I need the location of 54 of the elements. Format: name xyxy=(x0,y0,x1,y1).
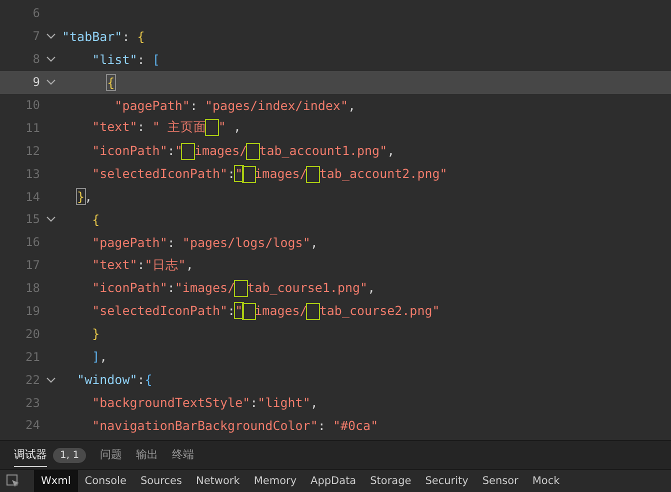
code-line: } xyxy=(92,326,100,342)
line-number: 19 xyxy=(24,304,40,318)
code-line: "list": [ xyxy=(92,52,160,67)
line-number: 14 xyxy=(24,190,40,204)
chevron-icon[interactable] xyxy=(46,33,56,40)
code-line: }, xyxy=(77,189,92,204)
panel-tab[interactable]: 输出 xyxy=(136,443,158,467)
devtools-tab[interactable]: Storage xyxy=(363,470,418,492)
code-line: "backgroundTextStyle":"light", xyxy=(92,395,318,410)
line-number: 16 xyxy=(24,235,40,250)
chevron-icon[interactable] xyxy=(46,376,56,383)
code-line: "text":"日志", xyxy=(92,256,194,274)
line-number: 10 xyxy=(24,98,40,112)
code-line: "text": " 主页面 " , xyxy=(92,119,241,136)
chevron-icon[interactable] xyxy=(46,56,56,62)
devtools-tab[interactable]: Wxml xyxy=(34,470,78,492)
devtools-tab[interactable]: Security xyxy=(418,470,476,492)
panel-tab[interactable]: 调试器 xyxy=(14,443,47,467)
line-number: 18 xyxy=(24,281,40,296)
line-number: 23 xyxy=(24,396,40,410)
devtools-tab[interactable]: Memory xyxy=(246,470,304,492)
panel-tab[interactable]: 问题 xyxy=(100,443,122,467)
panel-tab[interactable]: 终端 xyxy=(172,443,194,467)
code-line: "navigationBarBackgroundColor": "#0ca" xyxy=(92,418,378,433)
line-number: 8 xyxy=(32,52,40,66)
line-number: 17 xyxy=(24,258,40,272)
line-number: 12 xyxy=(24,144,40,158)
line-number: 21 xyxy=(24,350,40,364)
devtools-tab[interactable]: Network xyxy=(188,470,247,492)
line-number: 9 xyxy=(32,75,40,90)
code-line: "pagePath": "pages/index/index", xyxy=(114,98,356,112)
line-number: 7 xyxy=(32,29,40,44)
line-number: 13 xyxy=(24,166,40,181)
inspect-icon[interactable] xyxy=(6,474,20,488)
chevron-icon[interactable] xyxy=(46,79,56,86)
line-number: 6 xyxy=(32,6,40,20)
devtools-tab[interactable]: Sources xyxy=(133,470,189,492)
devtools-tab[interactable]: AppData xyxy=(304,470,364,492)
chevron-icon[interactable] xyxy=(46,216,56,222)
code-line: { xyxy=(92,212,100,227)
line-number: 20 xyxy=(24,326,40,341)
devtools-tab[interactable]: Console xyxy=(78,470,134,492)
cursor-position-badge: 1, 1 xyxy=(53,448,86,462)
line-number: 11 xyxy=(24,120,40,135)
line-number: 15 xyxy=(24,212,40,226)
devtools-tab[interactable]: Sensor xyxy=(475,470,526,492)
devtools-tab[interactable]: Mock xyxy=(525,470,567,492)
code-line: "window":{ xyxy=(77,372,152,388)
line-number: 22 xyxy=(24,372,40,387)
code-line: { xyxy=(107,74,115,90)
code-line: ], xyxy=(92,349,108,364)
code-line: "tabBar": { xyxy=(62,28,145,44)
line-number: 24 xyxy=(24,418,40,432)
code-line: "pagePath": "pages/logs/logs", xyxy=(92,234,318,250)
